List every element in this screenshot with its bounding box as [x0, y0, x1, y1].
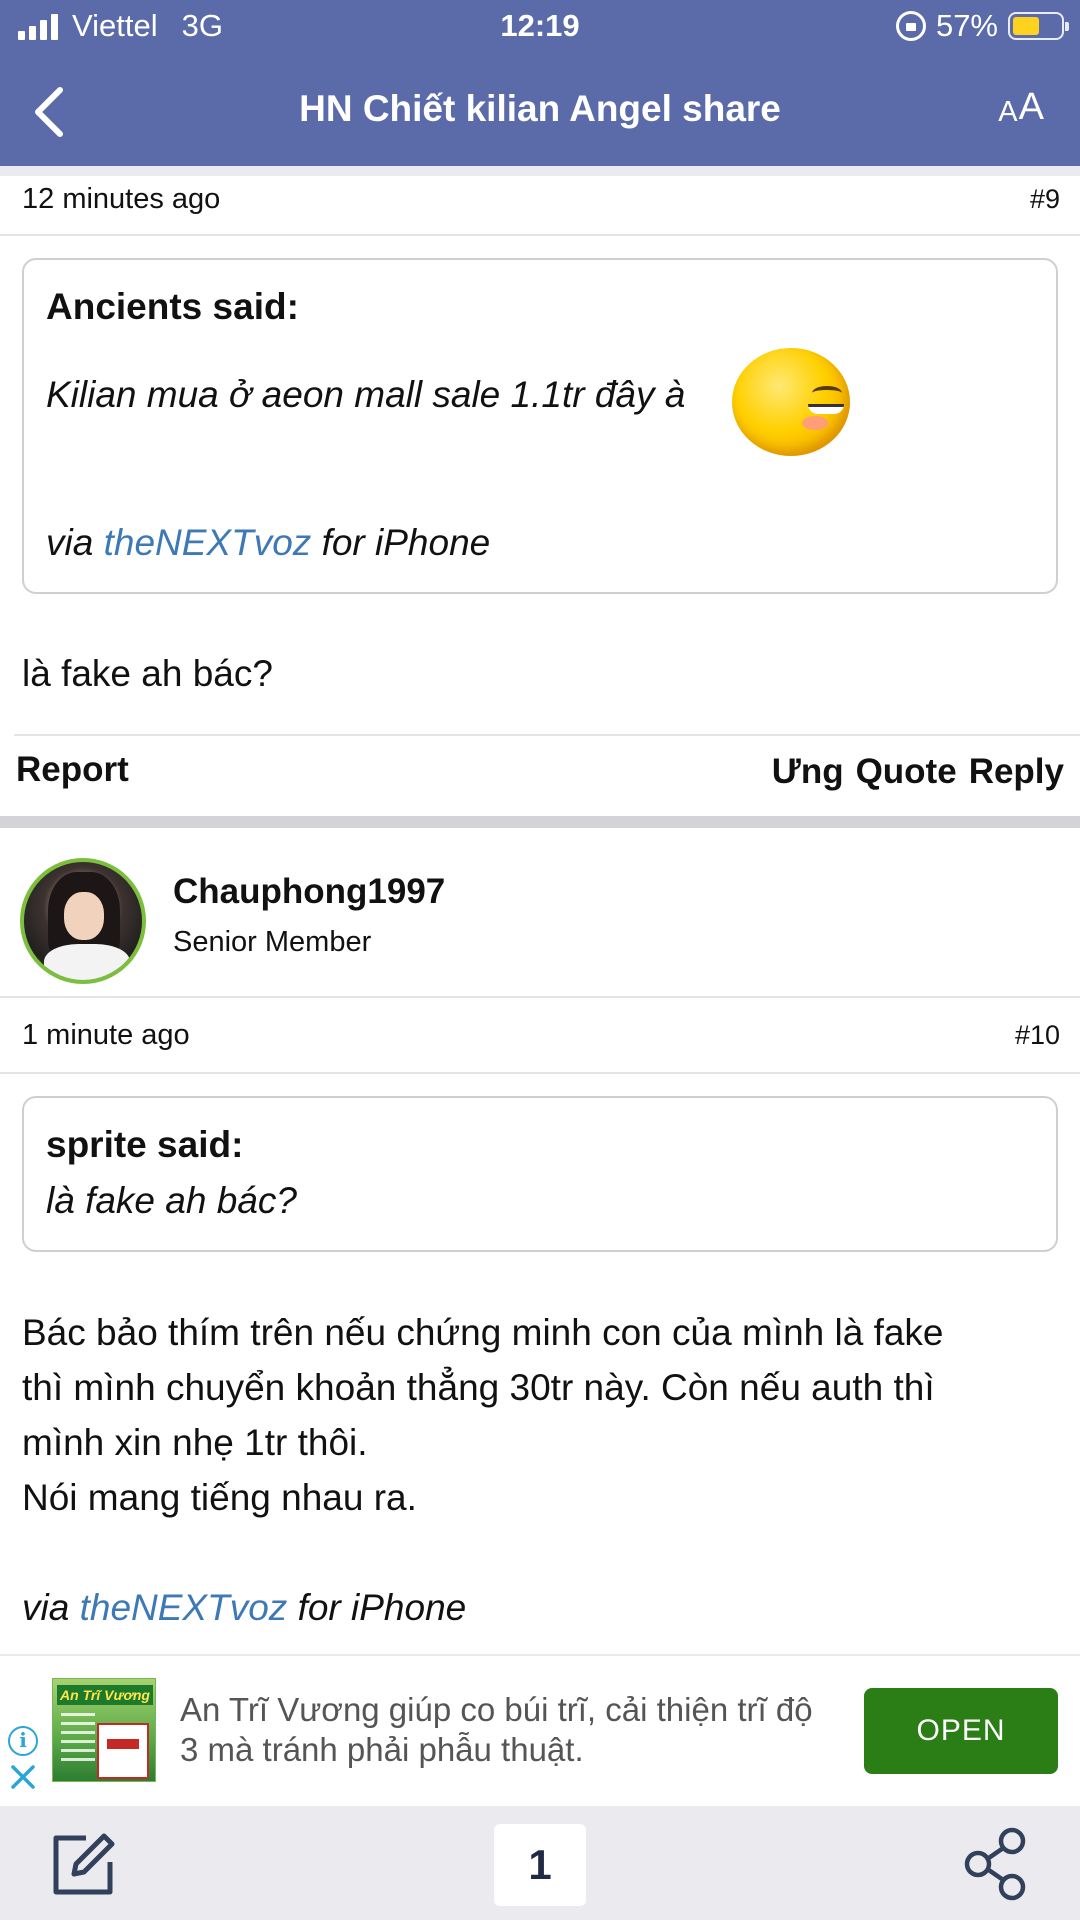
post-body: là fake ah bác?: [22, 653, 273, 694]
post-time: 12 minutes ago: [22, 182, 221, 215]
font-size-large-glyph: A: [1018, 86, 1044, 128]
share-icon: [964, 1827, 1026, 1901]
share-button[interactable]: [964, 1826, 1028, 1902]
ad-open-button[interactable]: OPEN: [864, 1688, 1058, 1774]
product-box-icon: [97, 1723, 149, 1779]
ad-banner[interactable]: i An Trĩ Vương An Trĩ Vương giúp co búi …: [0, 1654, 1080, 1804]
quote-block[interactable]: sprite said: là fake ah bác?: [22, 1096, 1058, 1252]
quote-signature: via theNEXTvoz for iPhone: [46, 522, 490, 564]
post-actions: Report Ưng Quote Reply: [0, 736, 1080, 814]
page-title: HN Chiết kilian Angel share: [299, 88, 781, 129]
battery-percent: 57%: [935, 8, 998, 43]
ad-image[interactable]: An Trĩ Vương: [52, 1678, 156, 1782]
post-meta: 1 minute ago #10: [0, 1006, 1080, 1064]
quote-author[interactable]: Ancients said:: [46, 286, 299, 328]
post-body: Bác bảo thím trên nếu chứng minh con của…: [22, 1305, 944, 1635]
post-user-header: Chauphong1997 Senior Member: [0, 836, 1080, 996]
via-suffix: for iPhone: [297, 1587, 467, 1628]
via-link[interactable]: theNEXTvoz: [104, 522, 312, 563]
close-icon: [11, 1765, 35, 1789]
nav-bar: HN Chiết kilian Angel share A A: [0, 60, 1080, 160]
compose-icon: [53, 1833, 115, 1895]
compose-button[interactable]: [48, 1830, 118, 1900]
rotation-lock-icon: [895, 11, 926, 41]
quote-text: là fake ah bác?: [46, 1180, 297, 1221]
post-number[interactable]: #10: [1015, 1020, 1060, 1051]
font-size-small-glyph: A: [998, 96, 1018, 128]
battery-level-fill: [1013, 17, 1040, 35]
divider: [0, 1072, 1080, 1074]
divider: [0, 996, 1080, 998]
font-size-button[interactable]: A A: [998, 86, 1044, 129]
ad-brand-logo: An Trĩ Vương: [57, 1685, 153, 1705]
blushing-wink-emoji-icon: [732, 348, 850, 456]
post-body-line: thì mình chuyển khoản thẳng 30tr này. Cò…: [22, 1367, 935, 1408]
chevron-left-icon: [35, 87, 63, 137]
ad-text[interactable]: An Trĩ Vương giúp co búi trĩ, cải thiện …: [180, 1690, 820, 1770]
post-signature: via theNEXTvoz for iPhone: [22, 1580, 944, 1635]
ad-close-button[interactable]: [8, 1762, 38, 1792]
page-selector[interactable]: 1: [494, 1824, 586, 1906]
back-button[interactable]: [22, 78, 86, 142]
quote-button[interactable]: Quote: [856, 752, 957, 792]
post-separator: [0, 816, 1080, 828]
avatar[interactable]: [20, 858, 146, 984]
quote-author[interactable]: sprite said:: [46, 1124, 243, 1166]
post-body-line: Nói mang tiếng nhau ra.: [22, 1477, 417, 1518]
divider: [0, 234, 1080, 236]
via-suffix: for iPhone: [321, 522, 491, 563]
username[interactable]: Chauphong1997: [173, 872, 445, 912]
ad-info-icon[interactable]: i: [8, 1726, 38, 1756]
via-prefix: via: [22, 1587, 70, 1628]
report-button[interactable]: Report: [16, 750, 129, 790]
post-body-line: mình xin nhẹ 1tr thôi.: [22, 1422, 368, 1463]
post-meta: 12 minutes ago #9: [0, 170, 1080, 228]
reply-button[interactable]: Reply: [969, 752, 1064, 792]
post-body-line: Bác bảo thím trên nếu chứng minh con của…: [22, 1312, 944, 1353]
quote-block[interactable]: Ancients said: Kilian mua ở aeon mall sa…: [22, 258, 1058, 594]
like-button[interactable]: Ưng: [772, 752, 844, 792]
via-prefix: via: [46, 522, 94, 563]
quote-text: Kilian mua ở aeon mall sale 1.1tr đây à: [46, 374, 686, 415]
user-rank: Senior Member: [173, 926, 372, 958]
post-actions-right: Ưng Quote Reply: [772, 752, 1064, 792]
status-right: 57%: [895, 8, 1069, 44]
via-link[interactable]: theNEXTvoz: [80, 1587, 288, 1628]
battery-icon: [1008, 12, 1069, 40]
post-time: 1 minute ago: [22, 1018, 190, 1051]
bottom-toolbar: 1: [0, 1806, 1080, 1920]
top-bar: Viettel 3G 12:19 57% HN Chiết kilian Ang…: [0, 0, 1080, 166]
status-bar: Viettel 3G 12:19 57%: [0, 0, 1080, 54]
post-number[interactable]: #9: [1030, 184, 1060, 215]
